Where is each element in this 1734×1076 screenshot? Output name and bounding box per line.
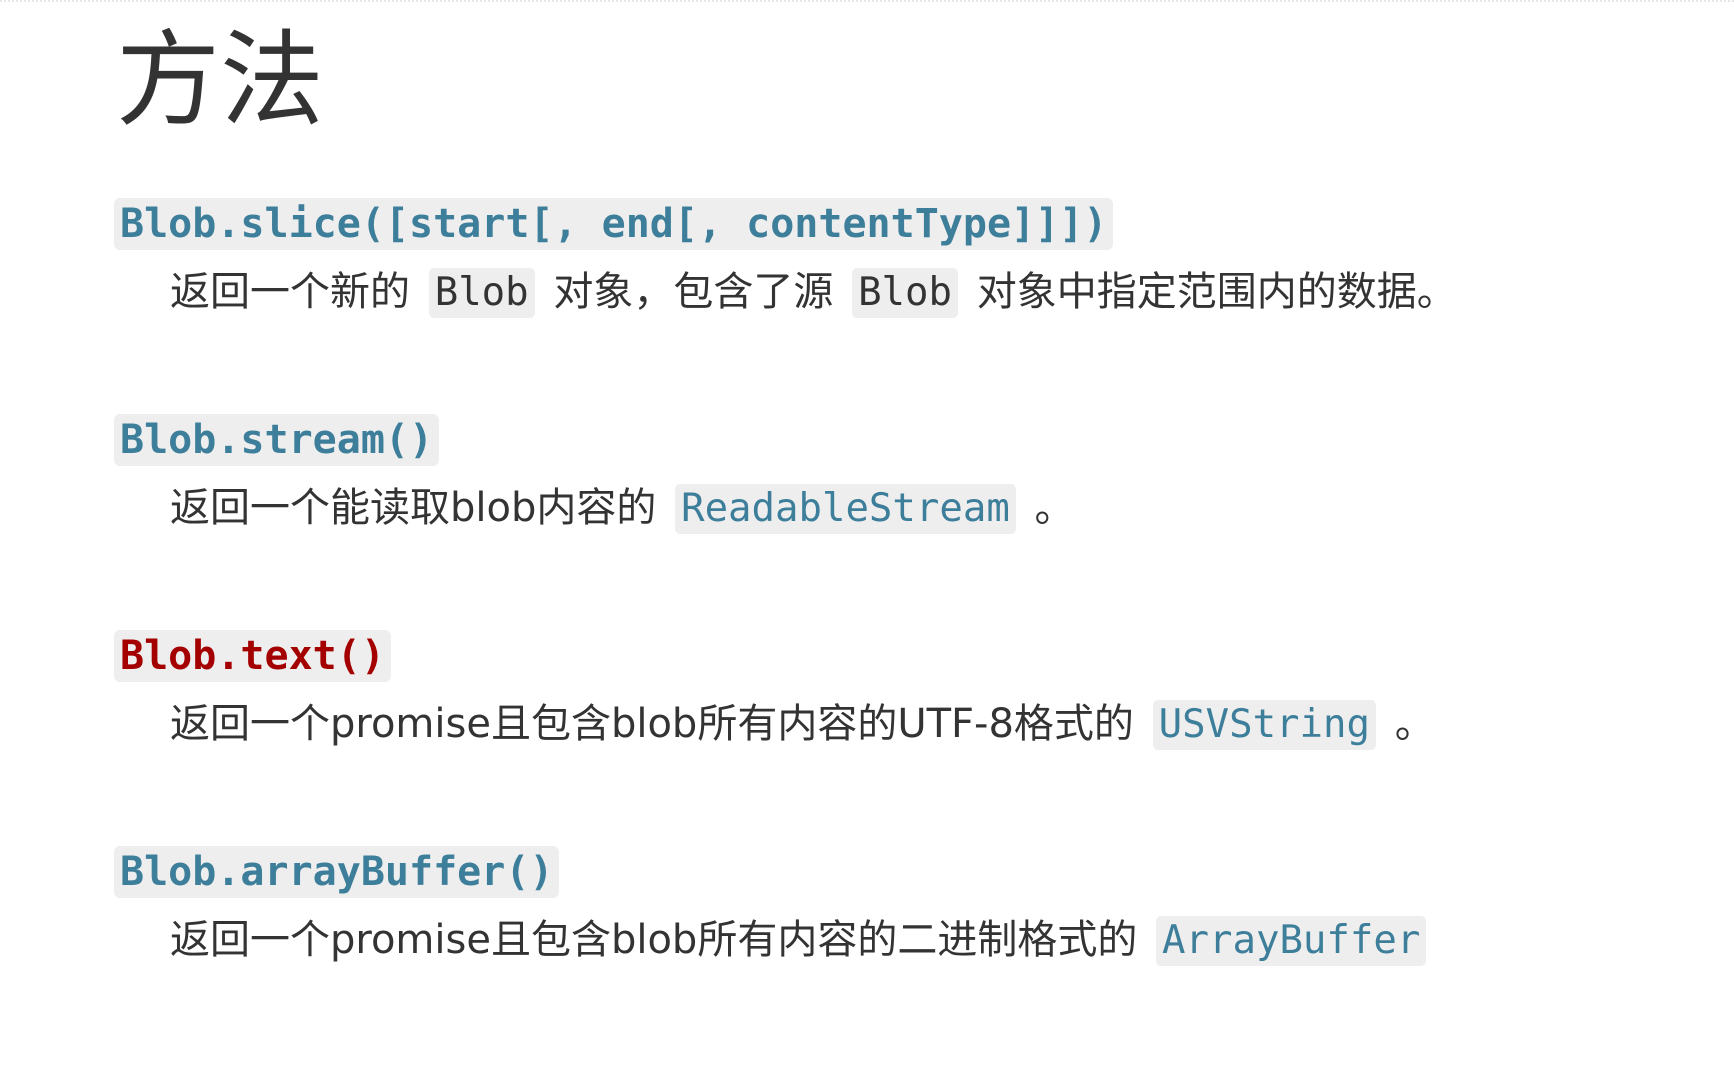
- inline-code-blob: Blob: [428, 268, 535, 318]
- readablestream-link[interactable]: ReadableStream: [675, 484, 1016, 534]
- inline-code-blob: Blob: [852, 268, 958, 318]
- method-description-arraybuffer: 返回一个promise且包含blob所有内容的二进制格式的 ArrayBuffe…: [170, 912, 1674, 968]
- method-link-slice[interactable]: Blob.slice([start[, end[, contentType]]]…: [114, 198, 1114, 250]
- method-entry-arraybuffer: Blob.arrayBuffer() 返回一个promise且包含blob所有内…: [114, 846, 1674, 968]
- method-link-stream[interactable]: Blob.stream(): [114, 414, 440, 466]
- method-description-stream: 返回一个能读取blob内容的 ReadableStream 。: [170, 480, 1674, 536]
- method-entry-text: Blob.text() 返回一个promise且包含blob所有内容的UTF-8…: [114, 630, 1674, 752]
- method-entry-slice: Blob.slice([start[, end[, contentType]]]…: [114, 198, 1674, 320]
- usvstring-link[interactable]: USVString: [1152, 700, 1376, 750]
- method-link-arraybuffer[interactable]: Blob.arrayBuffer(): [114, 846, 560, 898]
- method-entry-stream: Blob.stream() 返回一个能读取blob内容的 ReadableStr…: [114, 414, 1674, 536]
- arraybuffer-link[interactable]: ArrayBuffer: [1156, 916, 1427, 966]
- page-title: 方法: [116, 19, 325, 141]
- method-description-slice: 返回一个新的 Blob 对象，包含了源 Blob 对象中指定范围内的数据。: [170, 264, 1674, 320]
- top-divider: [0, 0, 1734, 2]
- method-description-text: 返回一个promise且包含blob所有内容的UTF-8格式的 USVStrin…: [170, 696, 1674, 752]
- method-link-text[interactable]: Blob.text(): [114, 630, 391, 682]
